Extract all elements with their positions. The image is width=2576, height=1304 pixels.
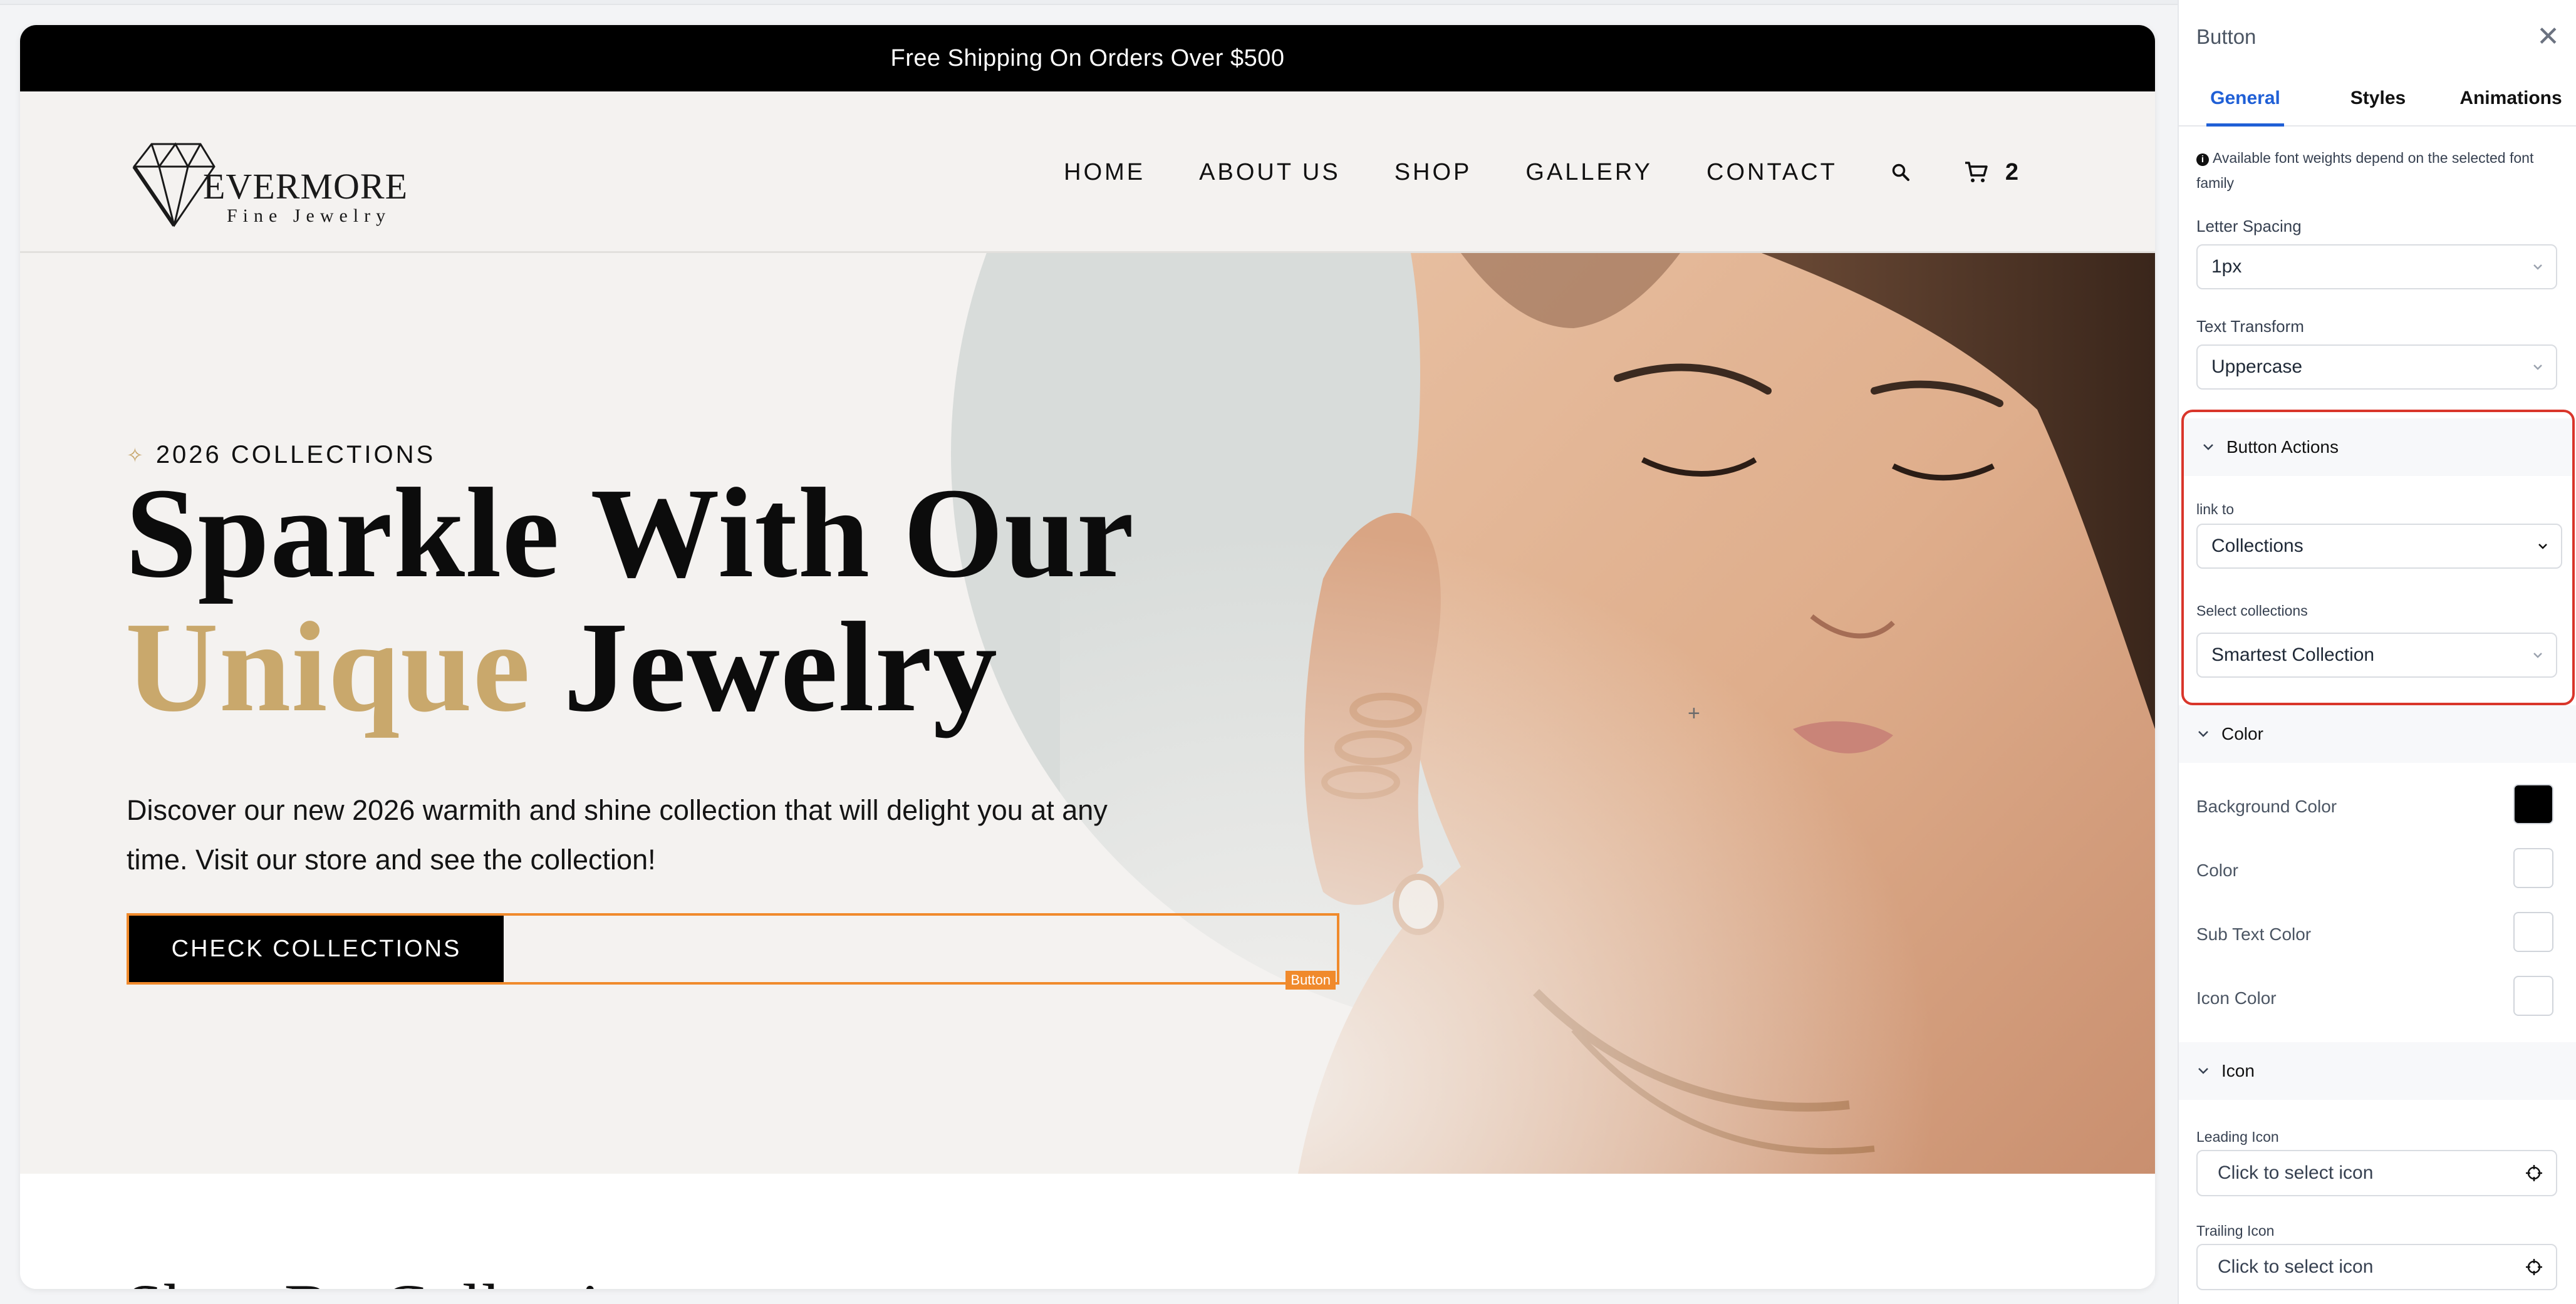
properties-panel: Button ✕ General Styles Animations i Avai…: [2178, 0, 2576, 1304]
leading-icon-placeholder: Click to select icon: [2218, 1162, 2374, 1183]
nav-item-gallery[interactable]: GALLERY: [1525, 159, 1653, 186]
selected-button-outline[interactable]: CHECK COLLECTIONS Button: [127, 913, 1339, 990]
nav-item-shop[interactable]: SHOP: [1394, 159, 1472, 186]
font-note-text: Available font weights depend on the sel…: [2196, 150, 2534, 191]
color-section-title: Color: [2221, 724, 2263, 743]
brand-logo[interactable]: EVERMORE Fine Jewelry: [127, 142, 415, 229]
announcement-bar: Free Shipping On Orders Over $500: [20, 25, 2155, 91]
brand-tagline: Fine Jewelry: [227, 205, 392, 226]
icon-section-title: Icon: [2221, 1061, 2255, 1080]
cart-count-badge: 2: [2005, 158, 2018, 185]
headline-line-1: Sparkle With Our: [125, 461, 1135, 604]
nav-item-contact[interactable]: CONTACT: [1706, 159, 1837, 186]
headline-accent: Unique: [125, 595, 531, 738]
hero-model-photo: [1060, 253, 2155, 1174]
info-icon: i: [2196, 153, 2209, 166]
icon-color-label: Icon Color: [2196, 988, 2277, 1008]
canvas-top-edge: [0, 0, 2178, 5]
cart-button[interactable]: 2: [1964, 159, 2018, 186]
font-weight-note: i Available font weights depend on the se…: [2196, 145, 2560, 195]
icon-section-header[interactable]: Icon: [2179, 1042, 2576, 1100]
leading-icon-label: Leading Icon: [2196, 1129, 2279, 1145]
background-color-label: Background Color: [2196, 797, 2337, 816]
panel-tabs: General Styles Animations: [2179, 74, 2576, 127]
close-icon[interactable]: ✕: [2537, 23, 2560, 51]
text-color-swatch[interactable]: [2513, 848, 2553, 888]
letter-spacing-value: 1px: [2211, 256, 2242, 277]
background-color-swatch[interactable]: [2513, 784, 2553, 824]
page-preview: Free Shipping On Orders Over $500 EVERMO…: [20, 25, 2155, 1289]
text-transform-select[interactable]: Uppercase: [2196, 344, 2557, 390]
chevron-down-icon: [2198, 1068, 2208, 1074]
crosshair-icon: [2526, 1259, 2542, 1275]
headline-rest: Jewelry: [563, 595, 998, 738]
main-nav: HOME ABOUT US SHOP GALLERY CONTACT 2: [1010, 91, 2018, 253]
trailing-icon-picker[interactable]: Click to select icon: [2196, 1244, 2557, 1290]
panel-title: Button: [2196, 25, 2257, 48]
text-transform-label: Text Transform: [2196, 317, 2304, 336]
next-section: Shop By Collection: [20, 1174, 2155, 1289]
tab-general[interactable]: General: [2179, 74, 2312, 127]
section-title: Shop By Collection: [125, 1269, 669, 1289]
sub-text-color-label: Sub Text Color: [2196, 924, 2312, 944]
trailing-icon-placeholder: Click to select icon: [2218, 1256, 2374, 1277]
hero-description: Discover our new 2026 warmith and shine …: [127, 794, 1108, 876]
hero-headline: Sparkle With Our Unique Jewelry: [125, 466, 1135, 734]
nav-item-about[interactable]: ABOUT US: [1199, 159, 1341, 186]
panel-header: Button ✕: [2179, 0, 2576, 74]
cart-icon: [1965, 162, 1988, 182]
letter-spacing-select[interactable]: 1px: [2196, 244, 2557, 289]
brand-name: EVERMORE: [203, 166, 408, 207]
icon-color-swatch[interactable]: [2513, 976, 2553, 1016]
letter-spacing-label: Letter Spacing: [2196, 217, 2302, 235]
chevron-down-icon: [2533, 365, 2542, 370]
text-transform-value: Uppercase: [2211, 356, 2303, 377]
trailing-icon-label: Trailing Icon: [2196, 1223, 2275, 1239]
site-header: EVERMORE Fine Jewelry HOME ABOUT US SHOP…: [20, 91, 2155, 253]
crosshair-icon: [2526, 1165, 2542, 1181]
sub-text-color-swatch[interactable]: [2513, 912, 2553, 952]
check-collections-button[interactable]: CHECK COLLECTIONS: [129, 916, 504, 982]
text-color-label: Color: [2196, 861, 2238, 880]
nav-item-home[interactable]: HOME: [1064, 159, 1145, 186]
search-icon[interactable]: [1891, 163, 1910, 182]
color-section-header[interactable]: Color: [2179, 705, 2576, 763]
highlight-box: [2181, 410, 2575, 705]
tab-animations[interactable]: Animations: [2444, 74, 2576, 125]
tab-styles[interactable]: Styles: [2312, 74, 2444, 125]
announcement-text: Free Shipping On Orders Over $500: [890, 44, 1285, 71]
hero-section: + ✧ 2026 COLLECTIONS Sparkle With Our Un…: [20, 253, 2155, 1174]
crosshair-icon: +: [1688, 701, 1700, 725]
chevron-down-icon: [2198, 731, 2208, 737]
leading-icon-picker[interactable]: Click to select icon: [2196, 1150, 2557, 1196]
chevron-down-icon: [2533, 264, 2542, 270]
selection-tag: Button: [1285, 971, 1336, 990]
